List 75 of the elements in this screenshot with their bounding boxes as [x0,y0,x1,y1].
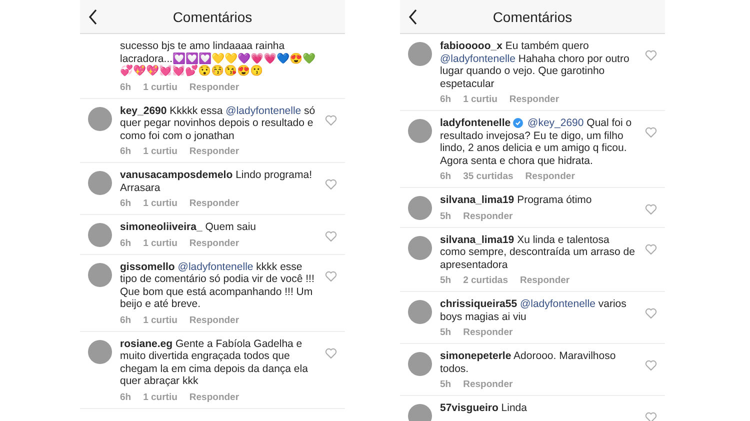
comment-text: fabiooooo_x Eu também quero @ladyfontenelle Hahaha choro por outro lugar quando o vejo. Que garotinho espetacular [440,40,630,90]
heart-icon[interactable] [325,114,337,126]
comment-time: 6h [120,314,132,326]
comment-text: sucesso bjs te amo lindaaaa rainha lacradora...💟💟💟💛💛💜💗💗💙😍💚💞💖💖💓💓💕😯😚😘😍😗 [120,40,317,78]
reply-link[interactable]: Responder [463,210,513,222]
comment-time: 6h [120,238,132,248]
reply-link[interactable]: Responder [189,82,240,92]
reply-link[interactable]: Responder [189,198,240,209]
reply-link[interactable]: Responder [509,94,560,105]
likes-count[interactable]: 1 curtiu [143,238,178,248]
heart-icon[interactable] [645,127,657,138]
heart-icon[interactable] [645,308,657,319]
reply-link[interactable]: Responder [189,238,240,248]
heart-icon[interactable] [645,412,657,421]
likes-count[interactable]: 1 curtiu [143,198,178,209]
heart-icon[interactable] [645,244,657,254]
page-title: Comentários [492,8,572,24]
likes-count[interactable]: 1 curtiu [143,392,178,402]
comment-time: 5h [440,379,452,390]
avatar[interactable] [408,352,432,376]
heart-icon[interactable] [325,179,337,190]
heart-icon[interactable] [325,270,337,282]
likes-count[interactable]: 1 curtiu [143,82,178,92]
comment-time: 6h [120,82,132,92]
heart-icon[interactable] [645,360,657,371]
reply-link[interactable]: Responder [463,327,513,338]
comment-text: chrissiqueira55 @ladyfontenelle varios boys magias ai viu [440,298,628,323]
avatar[interactable] [408,236,432,260]
comment-time: 6h [120,392,132,402]
avatar[interactable] [88,340,112,364]
avatar[interactable] [408,300,432,324]
likes-count[interactable]: 1 curtiu [143,146,178,157]
comment-text: key_2690 Kkkkk essa @ladyfontenelle só quer pegar novinhos depois o resultado e como foi com o jonathan [120,104,316,142]
page-title: Comentários [172,8,252,24]
comment-time: 5h [440,327,452,338]
comment-text: silvana_lima19 Programa ótimo [440,194,593,206]
reply-link[interactable]: Responder [520,275,570,286]
back-icon[interactable] [408,9,418,25]
avatar[interactable] [408,42,432,66]
comment-text: simonepeterle Adorooo. Maravilhoso todos. [440,350,617,375]
back-icon[interactable] [88,9,98,25]
comment-time: 6h [440,94,452,105]
reply-link[interactable]: Responder [189,146,240,157]
avatar[interactable] [408,404,432,421]
comment-time: 5h [440,275,452,286]
reply-link[interactable]: Responder [189,392,240,402]
heart-icon[interactable] [325,231,337,242]
heart-icon[interactable] [325,348,337,358]
heart-icon[interactable] [645,50,657,61]
avatar[interactable] [408,196,432,220]
comment-text: 57visgueiro Linda [440,402,528,414]
likes-count[interactable]: 1 curtiu [463,94,498,105]
likes-count[interactable]: 1 curtiu [143,314,178,326]
comment-text: ladyfontenelle @key_2690 Qual foi o resultado invejosa? Eu te digo, um filho lindo, 2 anos delicia e um amigo q ficou. Agora senta e chora que hidrata. [440,117,633,167]
heart-icon[interactable] [645,204,657,215]
verified-badge-icon [512,118,523,128]
avatar[interactable] [88,106,112,130]
comment-time: 6h [120,146,132,157]
comment-text: silvana_lima19 Xu linda e talentosa como sempre, descontraída um arraso de apresentadora [440,234,636,271]
reply-link[interactable]: Responder [525,171,575,182]
avatar[interactable] [88,171,112,195]
reply-link[interactable]: Responder [189,314,240,326]
comment-text: vanusacamposdemelo Lindo programa! Arrasara [120,169,314,194]
avatar[interactable] [408,119,432,143]
comment-time: 5h [440,210,452,222]
reply-link[interactable]: Responder [463,379,513,390]
comment-text: simoneoliiveira_ Quem saiu [120,221,257,234]
avatar[interactable] [88,262,112,286]
comment-text: rosiane.eg Gente a Fabíola Gadelha e muito divertida engraçada todos que chegam la em cima depois da dança ela quer abraçar kkk [120,338,309,388]
avatar[interactable] [88,223,112,247]
comment-time: 6h [120,198,132,209]
likes-count[interactable]: 2 curtidas [463,275,508,286]
likes-count[interactable]: 35 curtidas [463,171,514,182]
comment-time: 6h [440,171,452,182]
comment-text: gissomello @ladyfontenelle kkkk esse tipo de comentário só podia vir de você !!! Que bom que está acompanhando !!! Um beijo e até breve. [120,260,316,310]
